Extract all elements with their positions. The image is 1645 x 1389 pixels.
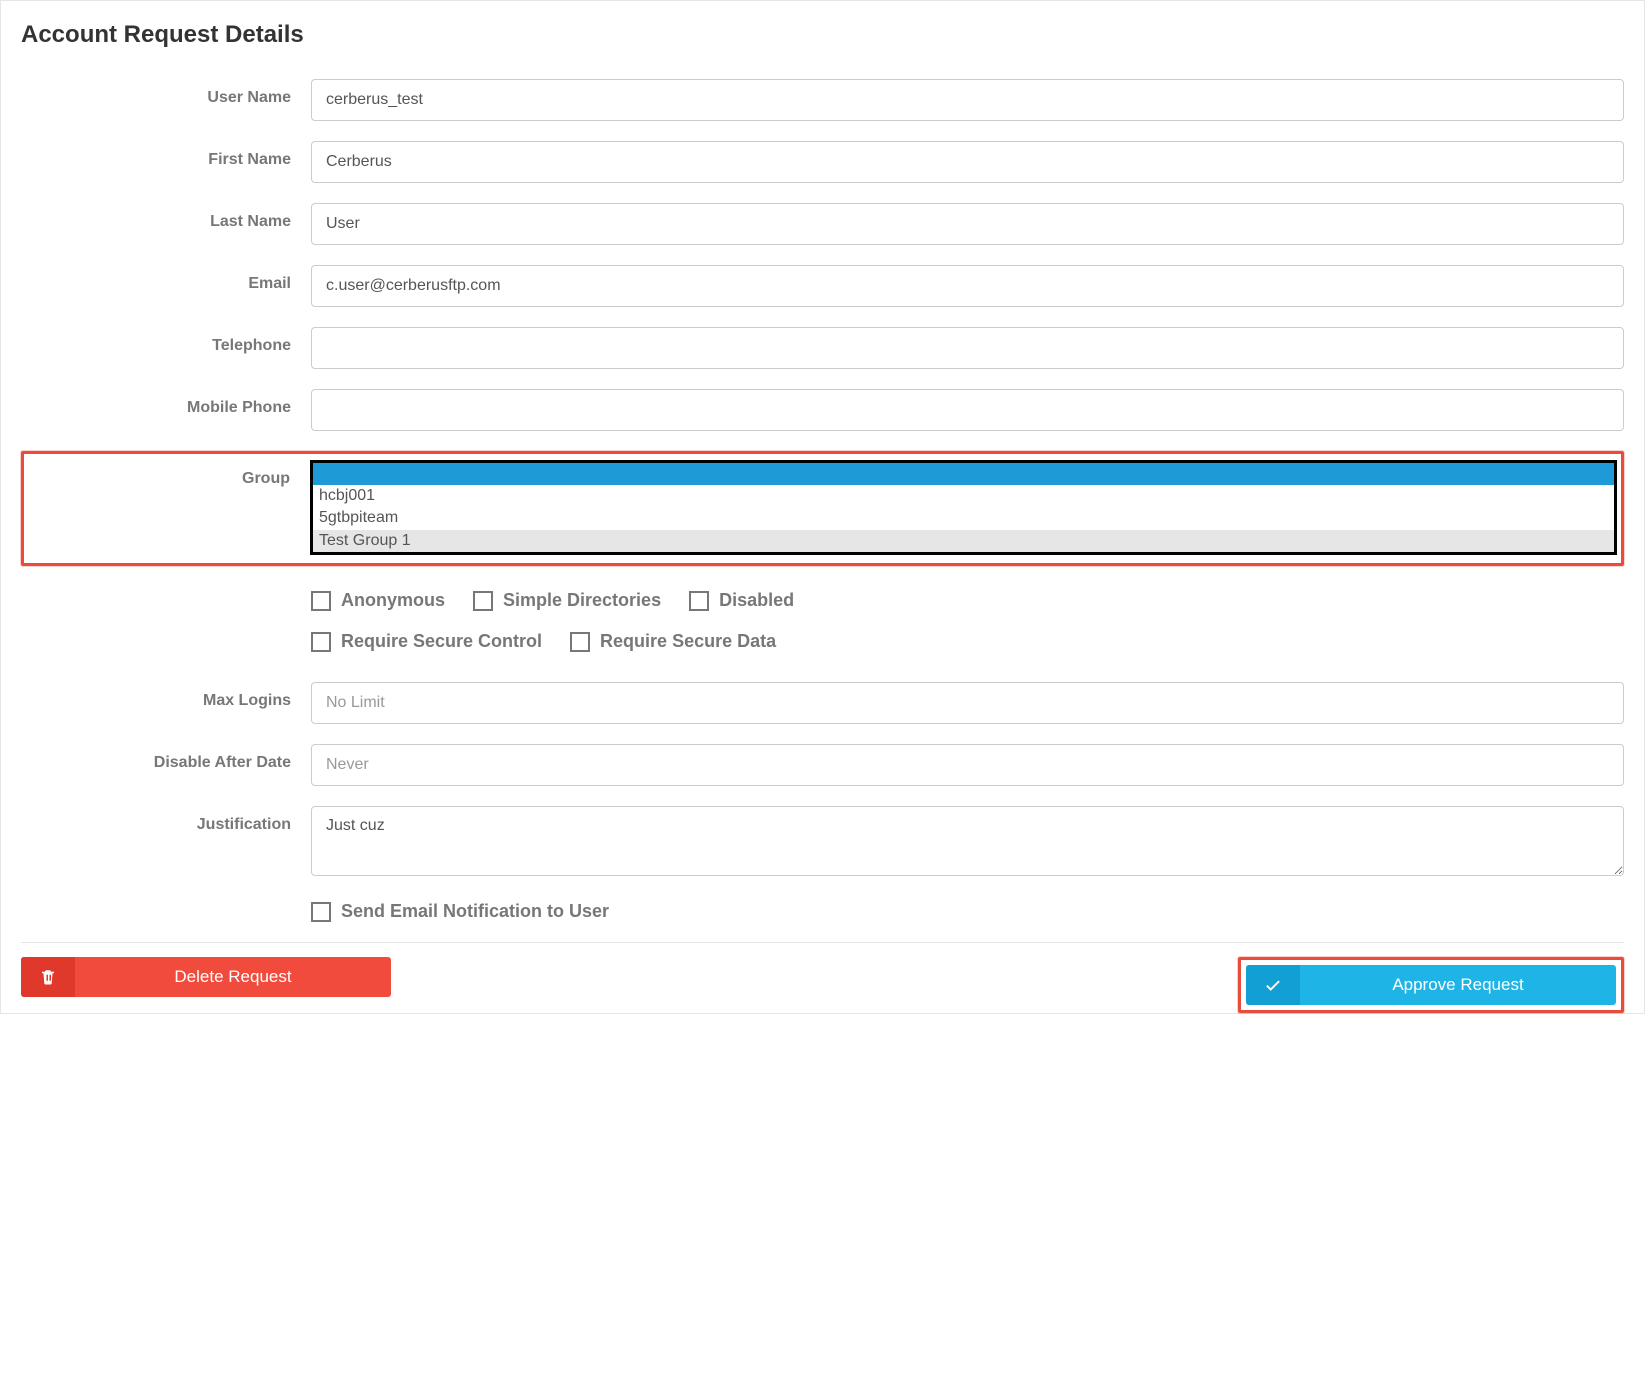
approve-highlight-frame: Approve Request [1238, 957, 1624, 1013]
require-secure-data-label: Require Secure Data [600, 631, 776, 652]
disable-after-input[interactable] [311, 744, 1624, 786]
delete-request-label: Delete Request [75, 957, 391, 997]
group-highlight-frame: Group hcbj001 5gtbpiteam Test Group 1 [21, 451, 1624, 566]
first-name-label: First Name [21, 141, 311, 169]
user-name-input[interactable] [311, 79, 1624, 121]
group-option-hcbj001[interactable]: hcbj001 [313, 485, 1614, 507]
group-option-blank[interactable] [313, 463, 1614, 485]
first-name-input[interactable] [311, 141, 1624, 183]
send-email-row: Send Email Notification to User [21, 901, 1624, 922]
last-name-row: Last Name [21, 203, 1624, 245]
max-logins-row: Max Logins [21, 682, 1624, 724]
checkbox-icon [689, 591, 709, 611]
email-label: Email [21, 265, 311, 293]
send-email-notification-label: Send Email Notification to User [341, 901, 609, 922]
page-title: Account Request Details [21, 21, 1624, 49]
simple-directories-checkbox[interactable]: Simple Directories [473, 590, 661, 611]
checkbox-icon [311, 591, 331, 611]
mobile-phone-label: Mobile Phone [21, 389, 311, 417]
email-row: Email [21, 265, 1624, 307]
checkbox-row-2: Require Secure Control Require Secure Da… [21, 631, 1624, 652]
justification-input[interactable] [311, 806, 1624, 876]
telephone-row: Telephone [21, 327, 1624, 369]
group-label: Group [28, 460, 310, 488]
anonymous-checkbox[interactable]: Anonymous [311, 590, 445, 611]
require-secure-control-label: Require Secure Control [341, 631, 542, 652]
justification-row: Justification [21, 806, 1624, 881]
actions-bar: Delete Request Approve Request [21, 942, 1624, 1013]
mobile-phone-row: Mobile Phone [21, 389, 1624, 431]
disabled-checkbox[interactable]: Disabled [689, 590, 794, 611]
approve-request-label: Approve Request [1300, 965, 1616, 1005]
telephone-input[interactable] [311, 327, 1624, 369]
require-secure-data-checkbox[interactable]: Require Secure Data [570, 631, 776, 652]
group-row: Group hcbj001 5gtbpiteam Test Group 1 [28, 460, 1617, 555]
user-name-label: User Name [21, 79, 311, 107]
trash-icon [21, 957, 75, 997]
user-name-row: User Name [21, 79, 1624, 121]
telephone-label: Telephone [21, 327, 311, 355]
last-name-label: Last Name [21, 203, 311, 231]
checkbox-row-1: Anonymous Simple Directories Disabled [21, 590, 1624, 611]
simple-directories-label: Simple Directories [503, 590, 661, 611]
disable-after-label: Disable After Date [21, 744, 311, 772]
checkbox-icon [311, 902, 331, 922]
account-request-panel: Account Request Details User Name First … [0, 0, 1645, 1014]
checkbox-icon [570, 632, 590, 652]
max-logins-input[interactable] [311, 682, 1624, 724]
require-secure-control-checkbox[interactable]: Require Secure Control [311, 631, 542, 652]
approve-request-button[interactable]: Approve Request [1246, 965, 1616, 1005]
checkbox-icon [311, 632, 331, 652]
group-listbox[interactable]: hcbj001 5gtbpiteam Test Group 1 [310, 460, 1617, 555]
email-input[interactable] [311, 265, 1624, 307]
check-icon [1246, 965, 1300, 1005]
first-name-row: First Name [21, 141, 1624, 183]
anonymous-label: Anonymous [341, 590, 445, 611]
group-option-test-group-1[interactable]: Test Group 1 [313, 530, 1614, 552]
mobile-phone-input[interactable] [311, 389, 1624, 431]
justification-label: Justification [21, 806, 311, 834]
group-option-5gtbpiteam[interactable]: 5gtbpiteam [313, 507, 1614, 529]
checkbox-icon [473, 591, 493, 611]
disable-after-row: Disable After Date [21, 744, 1624, 786]
disabled-label: Disabled [719, 590, 794, 611]
send-email-notification-checkbox[interactable]: Send Email Notification to User [311, 901, 609, 922]
max-logins-label: Max Logins [21, 682, 311, 710]
last-name-input[interactable] [311, 203, 1624, 245]
delete-request-button[interactable]: Delete Request [21, 957, 391, 997]
